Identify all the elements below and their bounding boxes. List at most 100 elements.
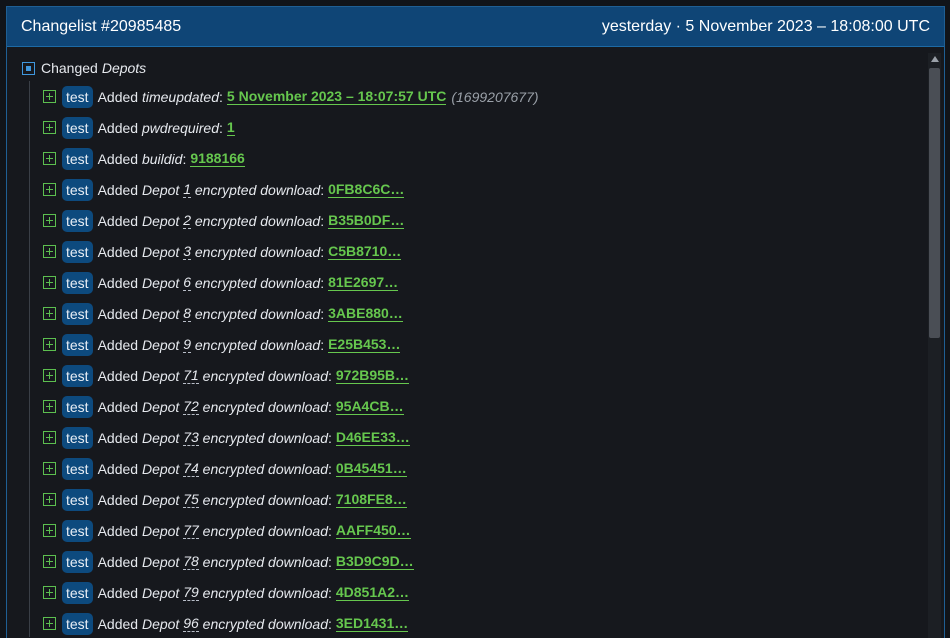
list-item: test Added timeupdated:5 November 2023 – …: [43, 81, 944, 112]
depot-word: Depot: [141, 398, 180, 415]
change-value[interactable]: 81E2697…: [328, 274, 399, 291]
depot-word: Depot: [141, 584, 180, 601]
branch-badge[interactable]: test: [62, 457, 93, 480]
branch-badge[interactable]: test: [62, 612, 93, 635]
change-key: encrypted download: [194, 243, 321, 260]
depot-id-link[interactable]: 3: [183, 243, 191, 260]
change-action: Added: [97, 584, 139, 601]
key-colon: :: [320, 274, 325, 291]
depot-id-link[interactable]: 73: [183, 429, 199, 446]
branch-badge[interactable]: test: [62, 519, 93, 542]
depot-id-link[interactable]: 75: [183, 491, 199, 508]
change-value[interactable]: C5B8710…: [328, 243, 402, 260]
changelist-body: Changed Depots test Added timeupdated:5 N…: [7, 47, 944, 637]
change-key: encrypted download: [194, 181, 321, 198]
change-key: encrypted download: [194, 336, 321, 353]
key-colon: :: [320, 336, 325, 353]
change-value[interactable]: 5 November 2023 – 18:07:57 UTC: [226, 88, 447, 105]
branch-badge[interactable]: test: [62, 488, 93, 511]
added-plus-icon: [43, 90, 56, 103]
key-colon: :: [182, 150, 187, 167]
depot-id-link[interactable]: 74: [183, 460, 199, 477]
key-colon: :: [327, 522, 332, 539]
change-key: encrypted download: [194, 274, 321, 291]
depot-id-link[interactable]: 1: [183, 181, 191, 198]
depot-id-link[interactable]: 72: [183, 398, 199, 415]
change-value[interactable]: 1: [226, 119, 235, 136]
change-value[interactable]: 0B45451…: [335, 460, 407, 477]
change-action: Added: [97, 460, 139, 477]
tree-root-changed-depots[interactable]: Changed Depots: [22, 57, 944, 79]
change-key: encrypted download: [202, 615, 328, 632]
depot-id-link[interactable]: 96: [183, 615, 199, 632]
depot-id-link[interactable]: 77: [183, 522, 199, 539]
change-action: Added: [97, 429, 139, 446]
branch-badge[interactable]: test: [62, 302, 93, 325]
key-colon: :: [327, 491, 332, 508]
added-plus-icon: [43, 183, 56, 196]
change-value[interactable]: AAFF450…: [335, 522, 411, 539]
key-colon: :: [327, 429, 332, 446]
added-plus-icon: [43, 276, 56, 289]
list-item: test Added Depot 1 encrypted download:0FB…: [43, 174, 944, 205]
branch-badge[interactable]: test: [62, 395, 93, 418]
depot-word: Depot: [141, 429, 180, 446]
branch-badge[interactable]: test: [62, 364, 93, 387]
scrollbar[interactable]: [928, 53, 941, 638]
branch-badge[interactable]: test: [62, 85, 93, 108]
depot-id-link[interactable]: 78: [183, 553, 199, 570]
added-plus-icon: [43, 555, 56, 568]
change-value[interactable]: D46EE33…: [335, 429, 410, 446]
depot-id-link[interactable]: 79: [183, 584, 199, 601]
depot-word: Depot: [141, 243, 180, 260]
branch-badge[interactable]: test: [62, 581, 93, 604]
changelist-title[interactable]: Changelist #20985485: [21, 18, 181, 36]
depot-id-link[interactable]: 6: [183, 274, 191, 291]
list-item: test Added pwdrequired:1: [43, 112, 944, 143]
change-value[interactable]: 3ED1431…: [335, 615, 409, 632]
key-colon: :: [327, 553, 332, 570]
branch-badge[interactable]: test: [62, 209, 93, 232]
key-colon: :: [320, 181, 325, 198]
scroll-thumb[interactable]: [929, 68, 940, 338]
added-plus-icon: [43, 431, 56, 444]
branch-badge[interactable]: test: [62, 271, 93, 294]
added-plus-icon: [43, 214, 56, 227]
list-item: test Added Depot 74 encrypted download:0B…: [43, 453, 944, 484]
change-value[interactable]: 3ABE880…: [328, 305, 403, 322]
added-plus-icon: [43, 338, 56, 351]
list-item: test Added Depot 3 encrypted download: C5B…: [43, 236, 944, 267]
change-key: pwdrequired: [141, 119, 220, 136]
added-plus-icon: [43, 400, 56, 413]
list-item: test Added Depot 6 encrypted download:81E…: [43, 267, 944, 298]
tree-children: test Added timeupdated:5 November 2023 – …: [29, 81, 944, 637]
root-label-italic: Depots: [101, 60, 147, 76]
branch-badge[interactable]: test: [62, 240, 93, 263]
depot-id-link[interactable]: 8: [183, 305, 191, 322]
branch-badge[interactable]: test: [62, 116, 93, 139]
change-value[interactable]: 972B95B…: [335, 367, 410, 384]
collapse-icon[interactable]: [22, 61, 35, 75]
key-colon: :: [320, 243, 325, 260]
branch-badge[interactable]: test: [62, 147, 93, 170]
added-plus-icon: [43, 307, 56, 320]
change-value[interactable]: 7108FE8…: [335, 491, 407, 508]
scroll-up-arrow-icon[interactable]: [931, 56, 939, 62]
change-value[interactable]: 0FB8C6C…: [328, 181, 405, 198]
branch-badge[interactable]: test: [62, 333, 93, 356]
branch-badge[interactable]: test: [62, 178, 93, 201]
depot-id-link[interactable]: 9: [183, 336, 191, 353]
change-value[interactable]: 9188166: [190, 150, 245, 167]
change-value[interactable]: 4D851A2…: [335, 584, 410, 601]
change-value[interactable]: B35B0DF…: [328, 212, 405, 229]
depot-id-link[interactable]: 71: [183, 367, 199, 384]
depot-word: Depot: [141, 336, 180, 353]
change-value[interactable]: 95A4CB…: [335, 398, 404, 415]
branch-badge[interactable]: test: [62, 550, 93, 573]
branch-badge[interactable]: test: [62, 426, 93, 449]
change-value[interactable]: B3D9C9D…: [335, 553, 414, 570]
change-key: encrypted download: [202, 584, 328, 601]
change-value[interactable]: E25B453…: [328, 336, 401, 353]
depot-id-link[interactable]: 2: [183, 212, 191, 229]
key-colon: :: [327, 460, 332, 477]
